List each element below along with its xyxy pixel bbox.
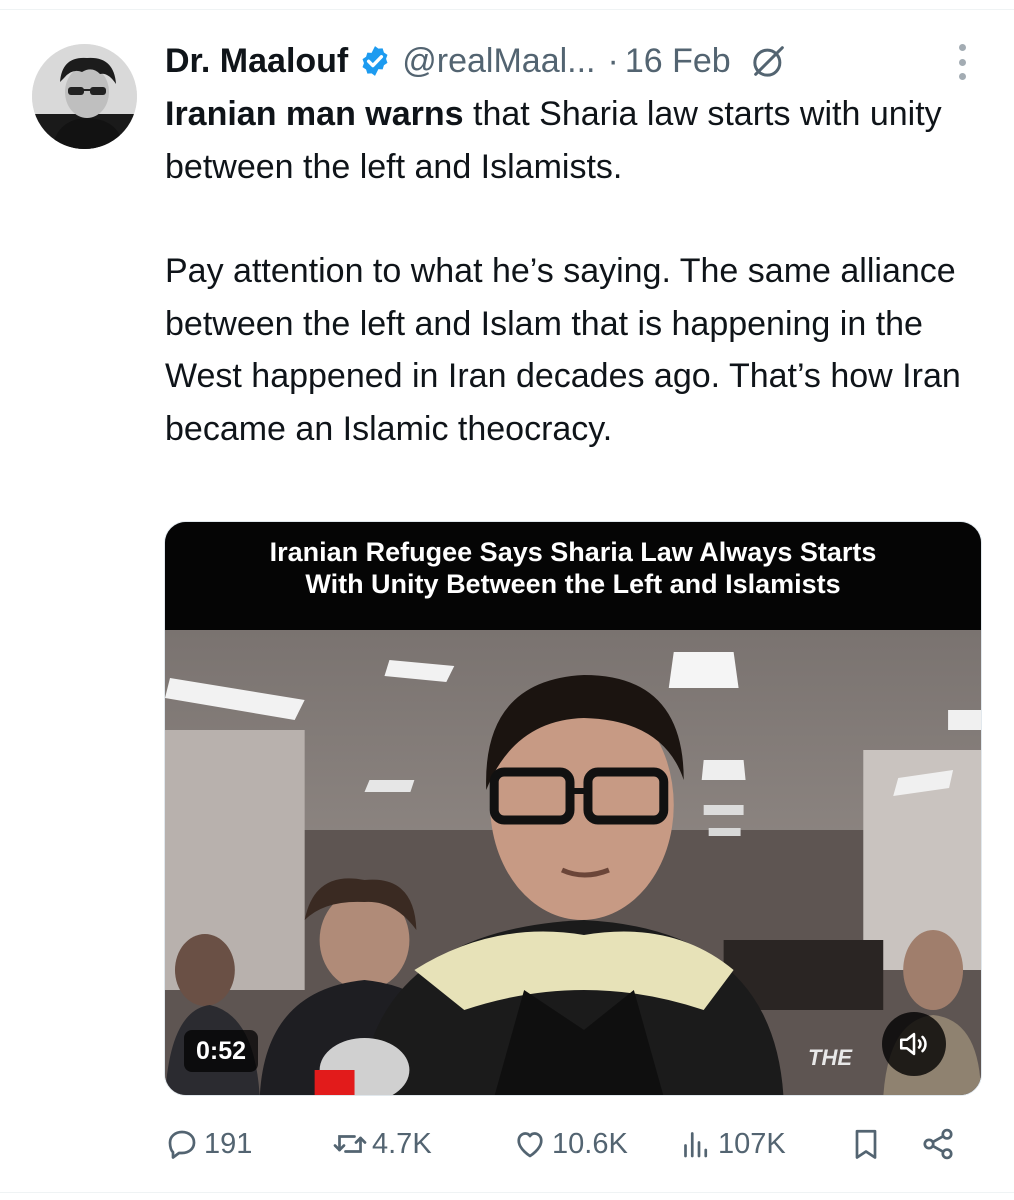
author-name[interactable]: Dr. Maalouf: [165, 42, 348, 81]
video-caption-banner: Iranian Refugee Says Sharia Law Always S…: [165, 522, 981, 630]
share-button[interactable]: [920, 1120, 960, 1168]
video-frame-image: [165, 630, 981, 1095]
like-button[interactable]: 10.6K: [512, 1120, 628, 1168]
banner-line-2: With Unity Between the Left and Islamist…: [305, 569, 841, 599]
bottom-divider: [0, 1192, 1014, 1193]
bookmark-icon: [855, 1129, 877, 1159]
bookmark-button[interactable]: [848, 1120, 888, 1168]
share-icon: [923, 1128, 953, 1160]
avatar[interactable]: [32, 44, 137, 149]
grok-icon[interactable]: [749, 41, 789, 81]
tweet-lead-bold: Iranian man warns: [165, 95, 464, 133]
tweet-date[interactable]: 16 Feb: [625, 42, 731, 81]
views-count: 107K: [718, 1127, 786, 1160]
more-icon[interactable]: [950, 44, 974, 80]
verified-badge-icon: [362, 46, 388, 76]
like-count: 10.6K: [552, 1127, 628, 1160]
reply-button[interactable]: 191: [164, 1120, 252, 1168]
repost-count: 4.7K: [372, 1127, 432, 1160]
tweet-header: Dr. Maalouf @realMaal... · 16 Feb: [165, 36, 985, 86]
repost-button[interactable]: 4.7K: [332, 1120, 432, 1168]
author-handle[interactable]: @realMaal...: [402, 42, 595, 81]
reply-count: 191: [204, 1127, 253, 1160]
banner-line-1: Iranian Refugee Says Sharia Law Always S…: [269, 537, 877, 567]
reply-icon: [168, 1130, 196, 1159]
tweet-paragraph-1: Iranian man warns that Sharia law starts…: [165, 88, 975, 193]
video-player[interactable]: Iranian Refugee Says Sharia Law Always S…: [164, 521, 982, 1096]
repost-icon: [333, 1135, 367, 1153]
tweet-actions: 191 4.7K 10.6K 107K: [164, 1120, 984, 1168]
tweet-text: Iranian man warns that Sharia law starts…: [165, 88, 975, 455]
speaker-icon: [899, 1032, 927, 1056]
heart-icon: [517, 1132, 543, 1158]
tweet[interactable]: Dr. Maalouf @realMaal... · 16 Feb Irania…: [0, 0, 1014, 1200]
separator-dot: ·: [607, 41, 619, 80]
video-duration: 0:52: [184, 1030, 259, 1072]
avatar-image: [32, 44, 137, 149]
tweet-paragraph-2: Pay attention to what he’s saying. The s…: [165, 252, 961, 448]
mute-button[interactable]: [882, 1012, 946, 1076]
views-button[interactable]: 107K: [678, 1120, 786, 1168]
video-watermark: THE: [808, 1045, 852, 1070]
views-icon: [684, 1132, 708, 1158]
